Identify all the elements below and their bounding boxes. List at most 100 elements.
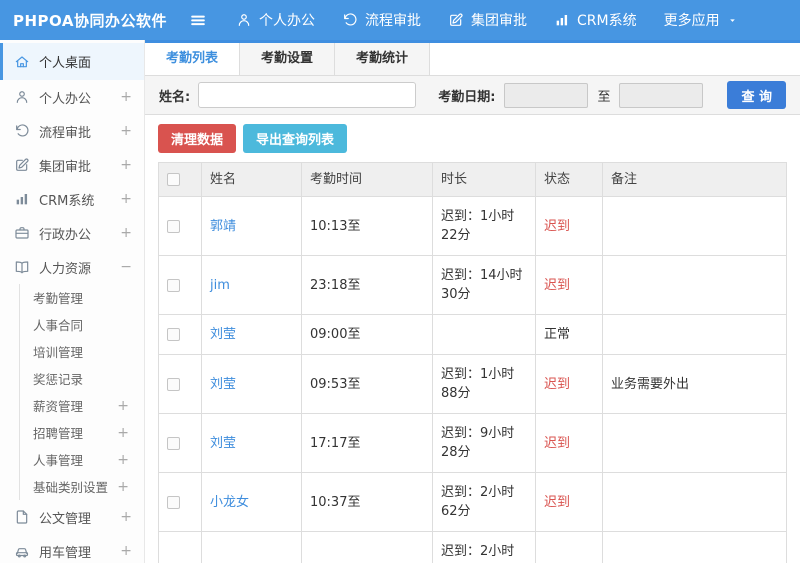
sidebar-item-reward-punishment[interactable]: 奖惩记录 [19, 365, 144, 392]
status-text: 迟到 [544, 376, 571, 392]
sidebar-item-group-approval[interactable]: 集团审批 + [0, 148, 144, 182]
row-checkbox[interactable] [167, 436, 180, 450]
top-bar: PHPOA协同办公软件 个人办公 流程审批 集团审批 CRM系统 更多应用 [0, 0, 800, 40]
row-checkbox[interactable] [167, 219, 180, 233]
employee-name-link[interactable]: 郭靖 [210, 219, 236, 234]
sidebar-item-attendance-management[interactable]: 考勤管理 [19, 284, 144, 311]
sidebar-item-label: 个人桌面 [39, 56, 92, 71]
duration-line: 迟到：1小时22分 [441, 209, 515, 243]
toolbar: 清理数据 导出查询列表 [145, 115, 800, 162]
sidebar-item-personal-desktop[interactable]: 个人桌面 [0, 43, 144, 80]
date-to-input[interactable] [619, 82, 704, 108]
status-text: 迟到 [544, 218, 571, 234]
submenu-human-resources: 考勤管理 人事合同 培训管理 奖惩记录 薪资管理 + 招聘管理 + 人事管理 + 基础类别设置 + [0, 284, 144, 500]
duration-cell: 迟到：14小时30分 [432, 255, 536, 315]
menu-toggle-button[interactable] [188, 10, 208, 30]
sidebar-item-vehicle-management[interactable]: 用车管理 + [0, 534, 144, 563]
expander-icon: + [120, 191, 132, 207]
table-row: 小龙女 10:37至 迟到：2小时62分 迟到 [158, 472, 787, 532]
sidebar-item-human-resources[interactable]: 人力资源 − [0, 250, 144, 284]
sidebar-item-personal-office[interactable]: 个人办公 + [0, 80, 144, 114]
employee-name-link[interactable]: 刘莹 [210, 327, 236, 342]
edit-icon [16, 158, 29, 171]
tabs-bar: 考勤列表 考勤设置 考勤统计 [145, 43, 800, 76]
sidebar-item-training-management[interactable]: 培训管理 [19, 338, 144, 365]
duration-cell: 迟到：1小时22分 [432, 196, 536, 256]
filter-bar: 姓名: 考勤日期: 至 查 询 [145, 76, 800, 115]
sidebar-item-salary-management[interactable]: 薪资管理 + [19, 392, 144, 419]
sidebar-item-crm-system[interactable]: CRM系统 + [0, 182, 144, 216]
select-all-checkbox[interactable] [167, 173, 180, 186]
sidebar-item-hr-contract[interactable]: 人事合同 [19, 311, 144, 338]
main-content: 考勤列表 考勤设置 考勤统计 姓名: 考勤日期: 至 查 询 清理数据 导出查询列表… [145, 40, 800, 563]
attendance-time: 10:13至 [301, 196, 433, 256]
edit-icon [450, 13, 463, 26]
document-icon [16, 510, 28, 524]
nav-personal-office[interactable]: 个人办公 [236, 10, 315, 30]
tab-attendance-settings[interactable]: 考勤设置 [240, 43, 336, 75]
duration-line: 迟到：1小时88分 [441, 367, 515, 401]
sidebar-item-label: 用车管理 [39, 545, 92, 561]
sidebar-item-label: 个人办公 [39, 91, 92, 107]
expander-icon: + [120, 225, 132, 241]
attendance-time: 23:18至 [301, 255, 433, 315]
row-checkbox[interactable] [167, 278, 180, 292]
sidebar-item-personnel-management[interactable]: 人事管理 + [19, 446, 144, 473]
sidebar-item-base-category-settings[interactable]: 基础类别设置 + [19, 473, 144, 500]
chart-icon [16, 194, 28, 205]
row-checkbox[interactable] [167, 377, 180, 391]
duration-line: 迟到：2小时62分 [441, 485, 515, 519]
date-from-input[interactable] [504, 82, 589, 108]
note-text [602, 413, 787, 473]
caret-down-icon [729, 18, 735, 22]
table-row: 管理员10:54至10:54迟到：2小时90分早退：7小时10分迟到/早退111… [158, 531, 787, 563]
export-list-button[interactable]: 导出查询列表 [243, 124, 348, 153]
sidebar-item-label: 招聘管理 [33, 426, 84, 441]
clean-data-button[interactable]: 清理数据 [158, 124, 237, 153]
sidebar: 个人桌面 个人办公 + 流程审批 + 集团审批 + CRM系统 + 行政办公 + 人力资源 − 考勤管理人… [0, 40, 145, 563]
top-nav: 个人办公 流程审批 集团审批 CRM系统 更多应用 [236, 10, 738, 30]
nav-label: 更多应用 [663, 13, 720, 29]
column-header: 姓名 [201, 162, 302, 197]
search-button[interactable]: 查 询 [727, 81, 786, 109]
status-text: 迟到 [544, 435, 571, 451]
expander-icon: − [120, 259, 132, 275]
attendance-time: 10:54至10:54 [301, 531, 433, 563]
sidebar-item-workflow-approval[interactable]: 流程审批 + [0, 114, 144, 148]
row-checkbox[interactable] [167, 495, 180, 509]
sidebar-item-label: 人事管理 [33, 453, 84, 468]
duration-cell: 迟到：9小时28分 [432, 413, 536, 473]
tab-attendance-list[interactable]: 考勤列表 [145, 43, 241, 75]
nav-more-apps[interactable]: 更多应用 [664, 10, 738, 30]
home-icon [15, 55, 29, 67]
sidebar-item-label: 公文管理 [39, 511, 92, 527]
row-checkbox[interactable] [167, 328, 180, 341]
sidebar-item-label: 奖惩记录 [33, 372, 84, 387]
employee-name-link[interactable]: 刘莹 [210, 436, 236, 451]
employee-name-link[interactable]: 刘莹 [210, 377, 236, 392]
sidebar-item-recruitment-management[interactable]: 招聘管理 + [19, 419, 144, 446]
employee-name-link[interactable]: jim [210, 278, 230, 293]
sidebar-item-admin-office[interactable]: 行政办公 + [0, 216, 144, 250]
attendance-time: 09:53至 [301, 354, 433, 414]
expander-icon: + [117, 478, 129, 495]
sidebar-item-label: 行政办公 [39, 227, 92, 243]
column-header: 时长 [432, 162, 536, 197]
duration-line: 迟到：2小时90分 [441, 544, 515, 559]
expander-icon: + [117, 424, 129, 441]
expander-icon: + [120, 157, 132, 173]
sidebar-item-label: 基础类别设置 [33, 480, 109, 495]
employee-name-link[interactable]: 小龙女 [210, 495, 249, 510]
nav-crm-system[interactable]: CRM系统 [554, 10, 637, 30]
column-header: 考勤时间 [301, 162, 433, 197]
sidebar-item-document-management[interactable]: 公文管理 + [0, 500, 144, 534]
hamburger-icon [191, 15, 205, 26]
nav-workflow-approval[interactable]: 流程审批 [342, 10, 421, 30]
name-input[interactable] [198, 82, 417, 108]
sidebar-item-label: 培训管理 [33, 345, 84, 360]
to-label: 至 [597, 89, 611, 105]
tab-attendance-stats[interactable]: 考勤统计 [335, 43, 431, 75]
nav-group-approval[interactable]: 集团审批 [448, 10, 527, 30]
duration-cell [432, 314, 536, 355]
status-text: 正常 [544, 327, 571, 342]
